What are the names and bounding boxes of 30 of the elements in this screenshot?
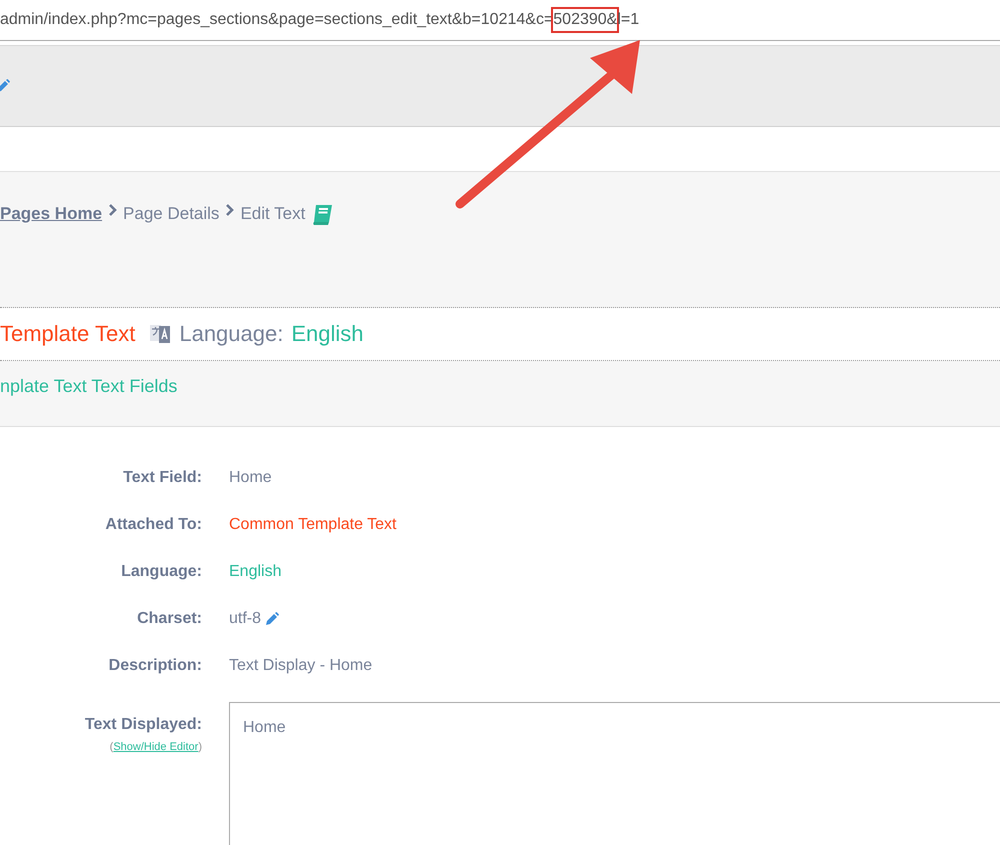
field-label: Text Field: xyxy=(123,468,202,488)
field-value: English xyxy=(229,562,282,582)
text-displayed-field[interactable]: Home xyxy=(229,702,1000,845)
chevron-icon xyxy=(108,204,118,216)
translate-icon xyxy=(149,323,172,345)
field-label: Description: xyxy=(108,656,202,676)
pencil-icon[interactable] xyxy=(265,612,280,626)
pencil-icon[interactable] xyxy=(0,79,10,93)
field-value: Common Template Text xyxy=(229,515,396,535)
field-label: Text Displayed: xyxy=(84,715,202,735)
breadcrumb-text: Edit Text xyxy=(240,204,306,224)
book-icon xyxy=(311,204,334,226)
parenthesis: ( xyxy=(110,741,114,753)
breadcrumb-link[interactable]: Pages Home xyxy=(0,204,102,224)
url-highlight: 502390& xyxy=(551,7,620,33)
field-value: Text Display - Home xyxy=(229,656,372,676)
field-value: Home xyxy=(229,468,272,488)
url-text: admin/index.php?mc=pages_sections&page=sections_edit_text&b=10214&c= xyxy=(0,11,554,29)
parenthesis: ) xyxy=(198,741,202,753)
field-label: Language: xyxy=(121,562,202,582)
language-label: Language: xyxy=(179,321,284,347)
section-title: nplate Text Text Fields xyxy=(0,376,178,396)
field-label: Attached To: xyxy=(105,515,202,535)
chevron-icon xyxy=(225,204,234,216)
field-label: Charset: xyxy=(137,609,202,629)
page-title: Template Text xyxy=(0,321,136,347)
show-hide-editor-link[interactable]: Show/Hide Editor xyxy=(113,741,198,753)
language-name: English xyxy=(291,321,364,347)
breadcrumb-text: Page Details xyxy=(123,204,220,224)
field-value: utf-8 xyxy=(229,609,262,629)
